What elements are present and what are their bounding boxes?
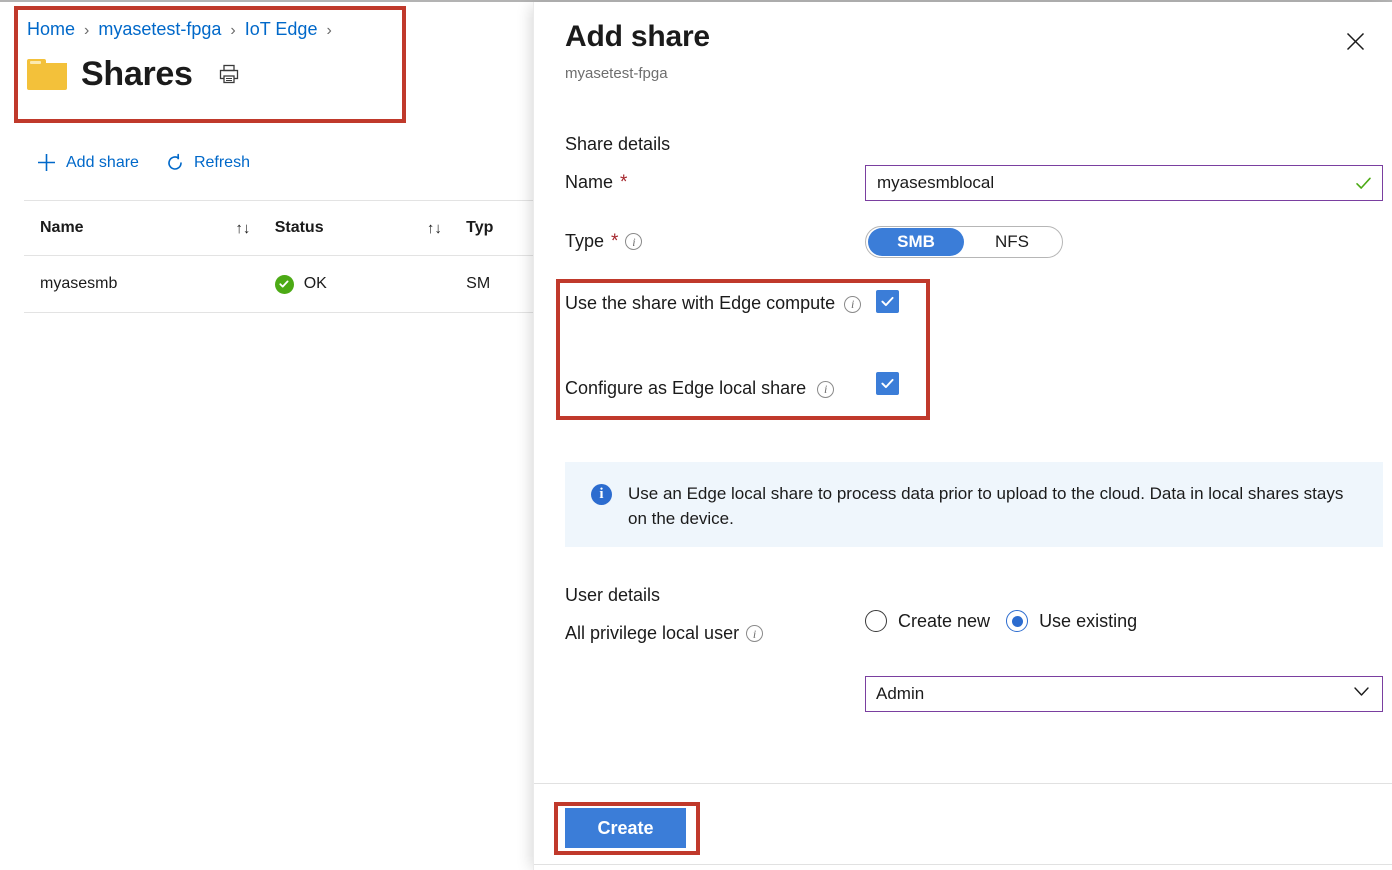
refresh-icon: [165, 153, 185, 173]
required-marker: *: [611, 231, 619, 252]
check-circle-icon: [274, 274, 294, 294]
edge-local-share-checkbox[interactable]: [876, 372, 899, 395]
local-user-label-text: All privilege local user: [565, 623, 740, 643]
column-header-status[interactable]: Status: [275, 219, 427, 237]
chevron-down-icon: [1351, 681, 1372, 707]
local-user-radio-group: Create new Use existing: [865, 610, 1137, 632]
breadcrumb-separator: ›: [230, 22, 236, 39]
add-share-label: Add share: [66, 153, 139, 171]
breadcrumb-item-iot-edge[interactable]: IoT Edge: [245, 19, 318, 39]
existing-user-select[interactable]: Admin: [865, 676, 1383, 712]
edge-local-share-label: Configure as Edge local share i: [565, 375, 835, 401]
screenshot-root: Home › myasetest-fpga › IoT Edge › Shares: [0, 0, 1392, 870]
breadcrumb-item-home[interactable]: Home: [27, 19, 75, 39]
edge-local-share-label-text: Configure as Edge local share: [565, 378, 807, 398]
add-share-panel: Add share myasetest-fpga Share details N…: [533, 2, 1392, 870]
local-user-field-label: All privilege local user i: [565, 623, 764, 644]
required-marker: *: [620, 172, 628, 193]
edge-compute-checkbox[interactable]: [876, 290, 899, 313]
info-filled-icon: i: [591, 484, 612, 505]
existing-user-value: Admin: [876, 684, 925, 703]
info-icon[interactable]: i: [746, 625, 764, 642]
type-label-text: Type: [565, 231, 605, 251]
shares-table: Name ↑↓ Status ↑↓ Typ myasesmb OK SM: [24, 200, 545, 313]
shares-blade: Home › myasetest-fpga › IoT Edge › Shares: [0, 2, 545, 870]
refresh-button[interactable]: Refresh: [165, 153, 250, 173]
radio-use-existing[interactable]: Use existing: [1006, 610, 1137, 632]
radio-circle-icon: [865, 610, 887, 632]
breadcrumb-separator: ›: [326, 22, 332, 39]
footer-bottom-divider: [534, 864, 1392, 865]
table-row[interactable]: myasesmb OK SM: [24, 256, 545, 312]
add-share-button[interactable]: Add share: [36, 152, 139, 173]
info-banner-text: Use an Edge local share to process data …: [628, 484, 1344, 528]
edge-compute-label: Use the share with Edge compute i: [565, 290, 862, 316]
status-label: OK: [303, 275, 327, 292]
print-icon[interactable]: [218, 63, 240, 85]
plus-icon: [36, 152, 57, 173]
info-icon[interactable]: i: [625, 233, 643, 250]
edge-compute-checkbox-row[interactable]: Use the share with Edge compute i: [565, 290, 915, 316]
panel-title: Add share: [565, 20, 710, 53]
info-icon[interactable]: i: [844, 295, 862, 313]
breadcrumb: Home › myasetest-fpga › IoT Edge ›: [27, 19, 341, 40]
edge-compute-label-text: Use the share with Edge compute: [565, 293, 836, 313]
checkmark-icon: [1354, 174, 1373, 193]
command-bar: Add share Refresh: [36, 152, 250, 173]
radio-create-new[interactable]: Create new: [865, 610, 990, 632]
info-banner: i Use an Edge local share to process dat…: [565, 462, 1383, 547]
table-divider: [24, 312, 545, 313]
cell-share-name[interactable]: myasesmb: [24, 275, 235, 293]
sort-toggle-status[interactable]: ↑↓: [427, 220, 466, 237]
panel-subtitle: myasetest-fpga: [565, 65, 668, 82]
page-title-row: Shares: [27, 57, 240, 91]
page-title: Shares: [81, 55, 193, 93]
share-name-field[interactable]: [865, 165, 1383, 201]
column-header-name[interactable]: Name: [24, 219, 235, 237]
share-name-input[interactable]: [875, 172, 1348, 194]
type-field-label: Type * i: [565, 231, 643, 252]
breadcrumb-item-device[interactable]: myasetest-fpga: [98, 19, 221, 39]
info-icon[interactable]: i: [817, 380, 835, 398]
radio-use-existing-label: Use existing: [1039, 610, 1138, 631]
share-details-section-label: Share details: [565, 134, 671, 154]
type-option-nfs[interactable]: NFS: [964, 228, 1060, 256]
share-type-toggle[interactable]: SMB NFS: [865, 226, 1063, 258]
edge-local-share-checkbox-row[interactable]: Configure as Edge local share i: [565, 372, 915, 401]
type-option-smb[interactable]: SMB: [868, 228, 964, 256]
folder-icon: [27, 58, 67, 90]
cell-status: OK: [274, 274, 427, 294]
create-button[interactable]: Create: [565, 808, 686, 848]
breadcrumb-separator: ›: [84, 22, 90, 39]
user-details-section-label: User details: [565, 585, 661, 605]
refresh-label: Refresh: [193, 153, 250, 171]
radio-create-new-label: Create new: [898, 610, 991, 631]
name-field-label: Name *: [565, 172, 627, 193]
table-header-row: Name ↑↓ Status ↑↓ Typ: [24, 201, 545, 255]
radio-selected-icon: [1006, 610, 1029, 632]
close-icon[interactable]: [1338, 24, 1372, 58]
sort-toggle-name[interactable]: ↑↓: [235, 220, 274, 237]
footer-divider: [534, 783, 1392, 784]
name-label-text: Name: [565, 172, 614, 192]
